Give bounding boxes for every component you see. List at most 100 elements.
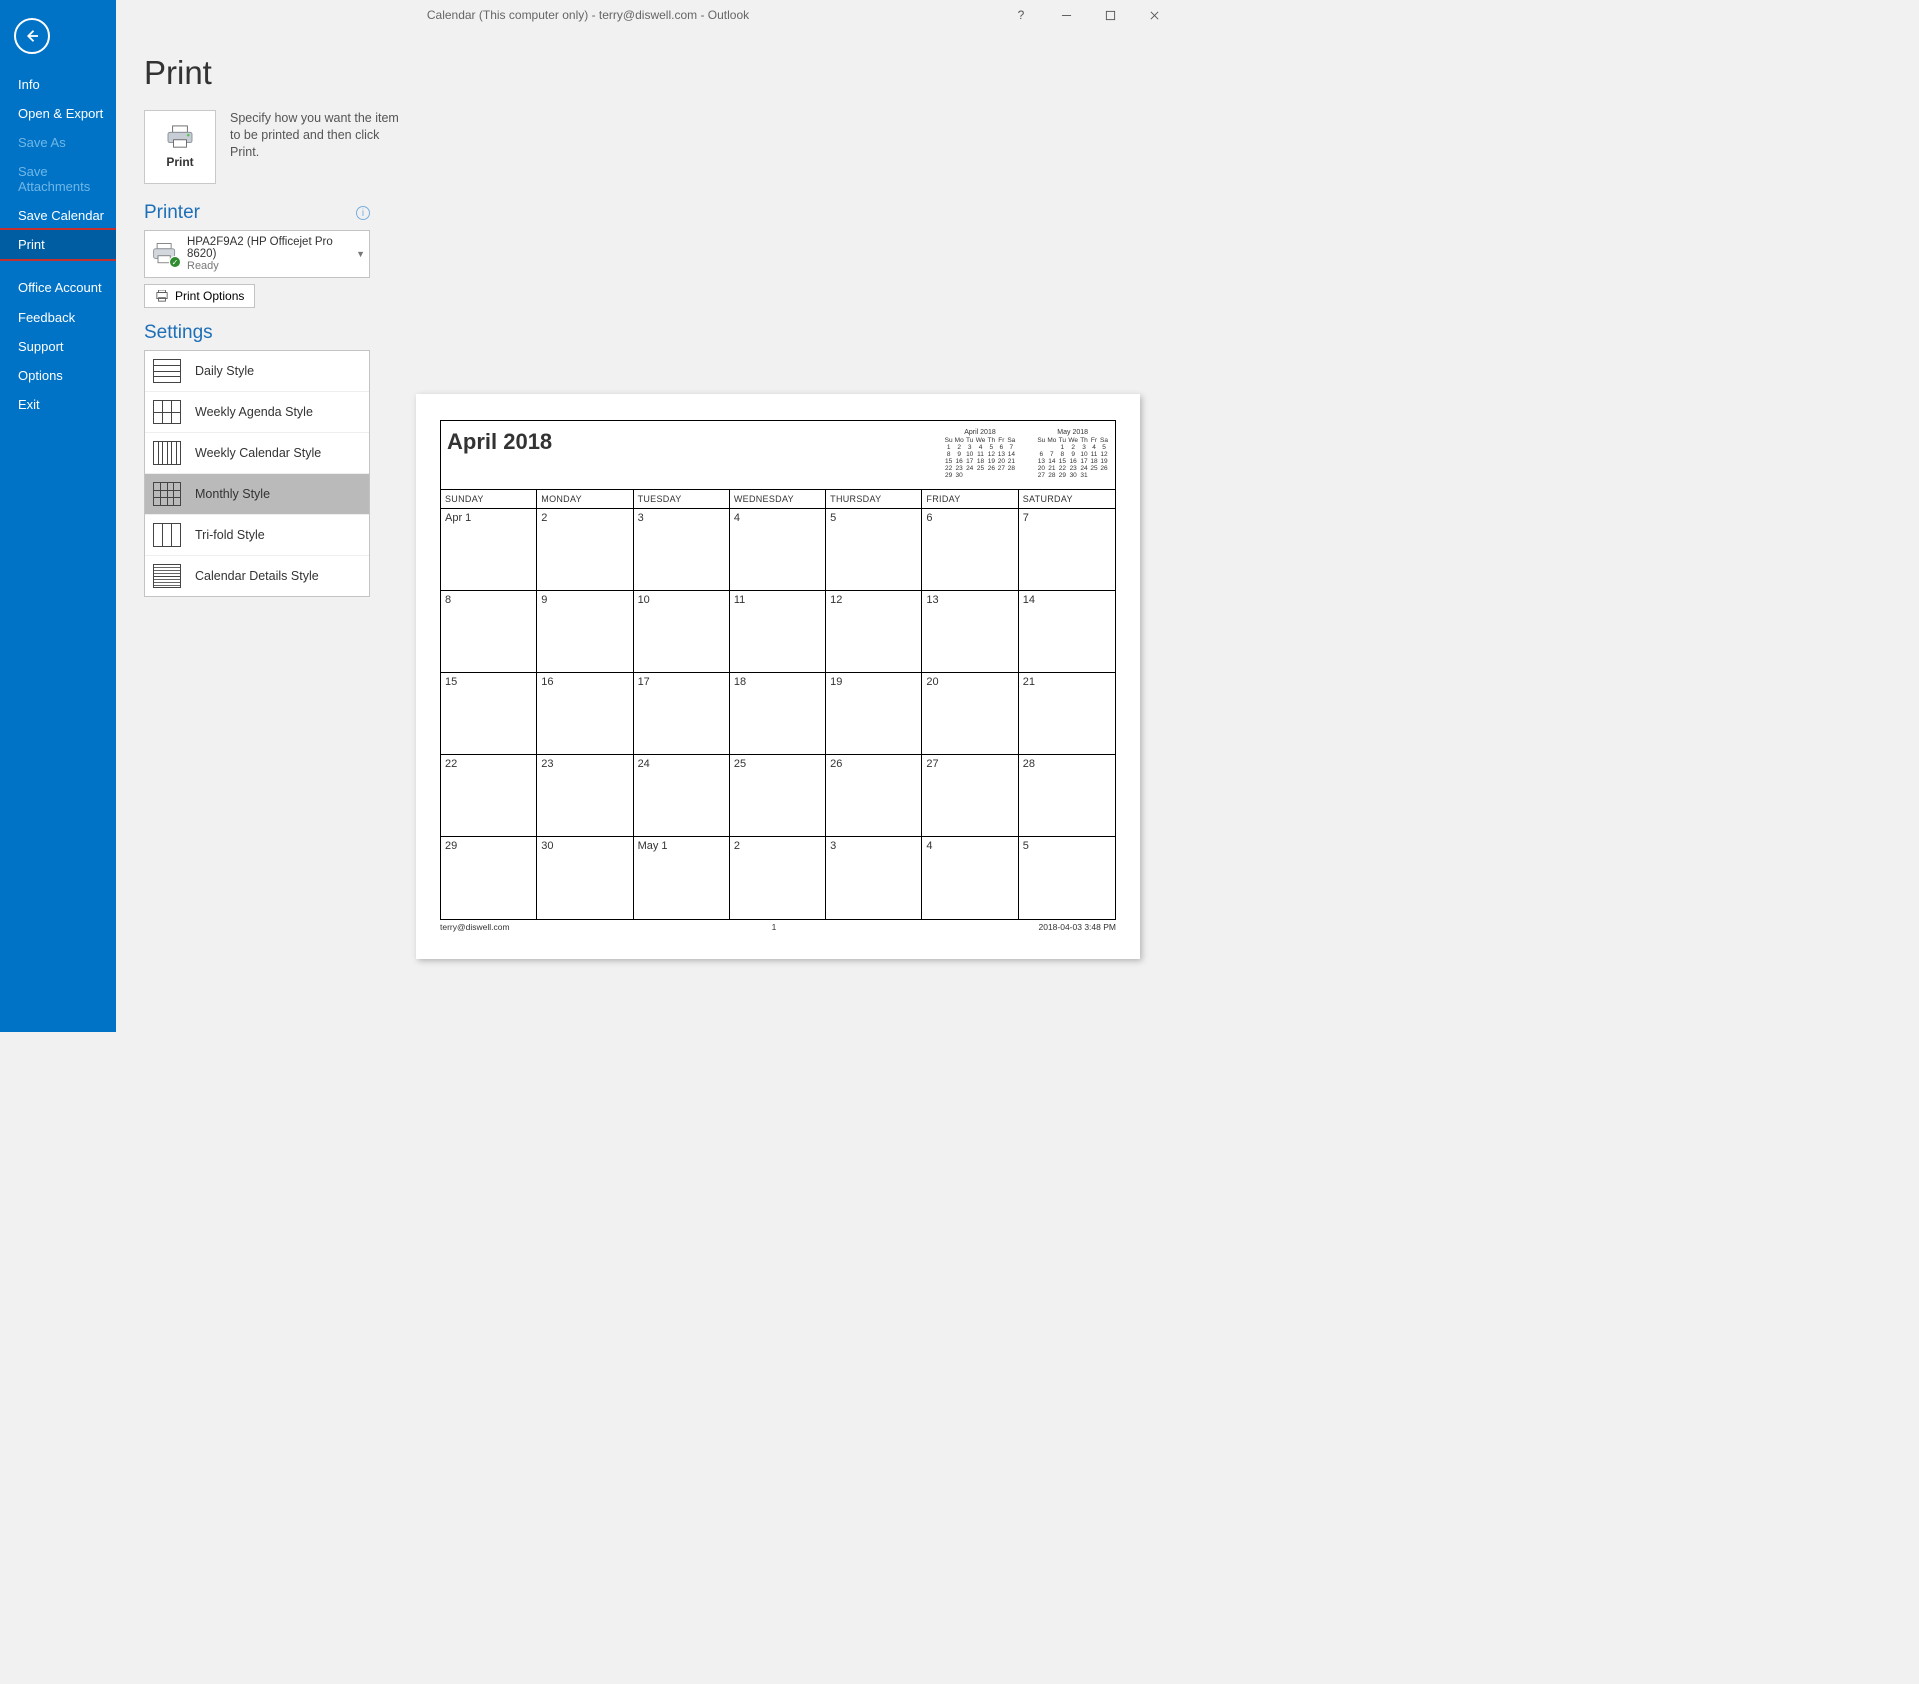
printer-device-icon: ✓ <box>151 242 179 266</box>
printer-status: Ready <box>187 260 363 272</box>
nav-options[interactable]: Options <box>0 361 116 390</box>
nav-feedback[interactable]: Feedback <box>0 303 116 332</box>
week-row: Apr 1234567 <box>441 509 1115 591</box>
style-calendar-details-icon <box>153 564 181 588</box>
printer-text: HPA2F9A2 (HP Officejet Pro 8620) Ready <box>187 236 363 272</box>
day-cell: 21 <box>1019 673 1115 754</box>
day-cell: 22 <box>441 755 537 836</box>
day-cell: 20 <box>922 673 1018 754</box>
week-row: 15161718192021 <box>441 673 1115 755</box>
footer-email: terry@diswell.com <box>440 922 510 932</box>
status-ok-badge-icon: ✓ <box>169 256 181 268</box>
printer-heading-label: Printer <box>144 202 200 224</box>
day-cell: 28 <box>1019 755 1115 836</box>
style-trifold[interactable]: Tri-fold Style <box>145 514 369 555</box>
page-title: Print <box>144 54 1176 92</box>
day-cell: 5 <box>1019 837 1115 919</box>
dow-cell: SATURDAY <box>1019 490 1115 508</box>
day-cell: 4 <box>730 509 826 590</box>
nav-label: Office Account <box>18 280 102 295</box>
calendar-footer: terry@diswell.com 1 2018-04-03 3:48 PM <box>440 922 1116 932</box>
week-row: 891011121314 <box>441 591 1115 673</box>
day-cell: 14 <box>1019 591 1115 672</box>
nav-print[interactable]: Print <box>0 230 116 259</box>
style-monthly[interactable]: Monthly Style <box>145 473 369 514</box>
back-button[interactable] <box>14 18 50 54</box>
style-label: Tri-fold Style <box>195 528 265 542</box>
style-label: Calendar Details Style <box>195 569 319 583</box>
footer-datetime: 2018-04-03 3:48 PM <box>1038 922 1116 932</box>
style-list: Daily Style Weekly Agenda Style Weekly C… <box>144 350 370 597</box>
dow-cell: WEDNESDAY <box>730 490 826 508</box>
nav-info[interactable]: Info <box>0 70 116 99</box>
window-title: Calendar (This computer only) - terry@di… <box>427 8 749 22</box>
day-cell: 24 <box>634 755 730 836</box>
day-cell: 3 <box>826 837 922 919</box>
dow-cell: THURSDAY <box>826 490 922 508</box>
nav-label: Save As <box>18 135 66 150</box>
nav-save-calendar[interactable]: Save Calendar <box>0 201 116 230</box>
style-label: Daily Style <box>195 364 254 378</box>
style-weekly-calendar-icon <box>153 441 181 465</box>
style-monthly-icon <box>153 482 181 506</box>
nav-label: Print <box>18 237 45 252</box>
nav-label: Exit <box>18 397 40 412</box>
nav-office-account[interactable]: Office Account <box>0 273 116 303</box>
calendar-grid: Apr 123456789101112131415161718192021222… <box>441 509 1115 919</box>
print-options-label: Print Options <box>175 289 244 303</box>
day-cell: 17 <box>634 673 730 754</box>
style-trifold-icon <box>153 523 181 547</box>
dow-cell: SUNDAY <box>441 490 537 508</box>
dow-cell: TUESDAY <box>634 490 730 508</box>
print-options-icon <box>155 290 169 302</box>
help-button[interactable]: ? <box>1006 0 1036 30</box>
week-row: 2930May 12345 <box>441 837 1115 919</box>
day-cell: 8 <box>441 591 537 672</box>
day-cell: 15 <box>441 673 537 754</box>
close-button[interactable] <box>1132 0 1176 30</box>
nav-support[interactable]: Support <box>0 332 116 361</box>
print-button[interactable]: Print <box>144 110 216 184</box>
style-calendar-details[interactable]: Calendar Details Style <box>145 555 369 596</box>
day-cell: May 1 <box>634 837 730 919</box>
day-cell: 11 <box>730 591 826 672</box>
day-cell: 18 <box>730 673 826 754</box>
print-description: Specify how you want the item to be prin… <box>230 110 400 161</box>
nav-label: Open & Export <box>18 106 103 121</box>
style-weekly-agenda[interactable]: Weekly Agenda Style <box>145 391 369 432</box>
mini-cal-title: May 2018 <box>1036 429 1109 436</box>
printer-heading: Printer i <box>144 202 370 224</box>
minimize-button[interactable] <box>1044 0 1088 30</box>
nav-label: Save Attachments <box>18 164 90 194</box>
maximize-button[interactable] <box>1088 0 1132 30</box>
print-options-button[interactable]: Print Options <box>144 284 255 308</box>
info-icon[interactable]: i <box>356 206 370 220</box>
day-cell: 30 <box>537 837 633 919</box>
day-cell: 2 <box>537 509 633 590</box>
printer-name: HPA2F9A2 (HP Officejet Pro 8620) <box>187 236 363 260</box>
style-label: Weekly Calendar Style <box>195 446 321 460</box>
style-daily[interactable]: Daily Style <box>145 351 369 391</box>
calendar-title: April 2018 <box>447 429 552 455</box>
backstage-sidebar: Info Open & Export Save As Save Attachme… <box>0 0 116 1032</box>
printer-select[interactable]: ✓ HPA2F9A2 (HP Officejet Pro 8620) Ready… <box>144 230 370 278</box>
nav-exit[interactable]: Exit <box>0 390 116 419</box>
mini-cal-title: April 2018 <box>944 429 1017 436</box>
day-cell: 25 <box>730 755 826 836</box>
day-cell: 16 <box>537 673 633 754</box>
mini-calendar: April 2018SuMoTuWeThFrSa1234567891011121… <box>944 429 1017 479</box>
settings-heading: Settings <box>144 322 1176 344</box>
printer-icon <box>165 125 195 149</box>
footer-page: 1 <box>772 922 777 932</box>
day-cell: 6 <box>922 509 1018 590</box>
mini-calendar: May 2018SuMoTuWeThFrSa123456789101112131… <box>1036 429 1109 479</box>
titlebar: Calendar (This computer only) - terry@di… <box>0 0 1176 30</box>
day-cell: 9 <box>537 591 633 672</box>
day-cell: 26 <box>826 755 922 836</box>
week-row: 22232425262728 <box>441 755 1115 837</box>
dow-cell: MONDAY <box>537 490 633 508</box>
calendar-header: April 2018 April 2018SuMoTuWeThFrSa12345… <box>441 421 1115 490</box>
dow-cell: FRIDAY <box>922 490 1018 508</box>
style-weekly-calendar[interactable]: Weekly Calendar Style <box>145 432 369 473</box>
nav-open-export[interactable]: Open & Export <box>0 99 116 128</box>
